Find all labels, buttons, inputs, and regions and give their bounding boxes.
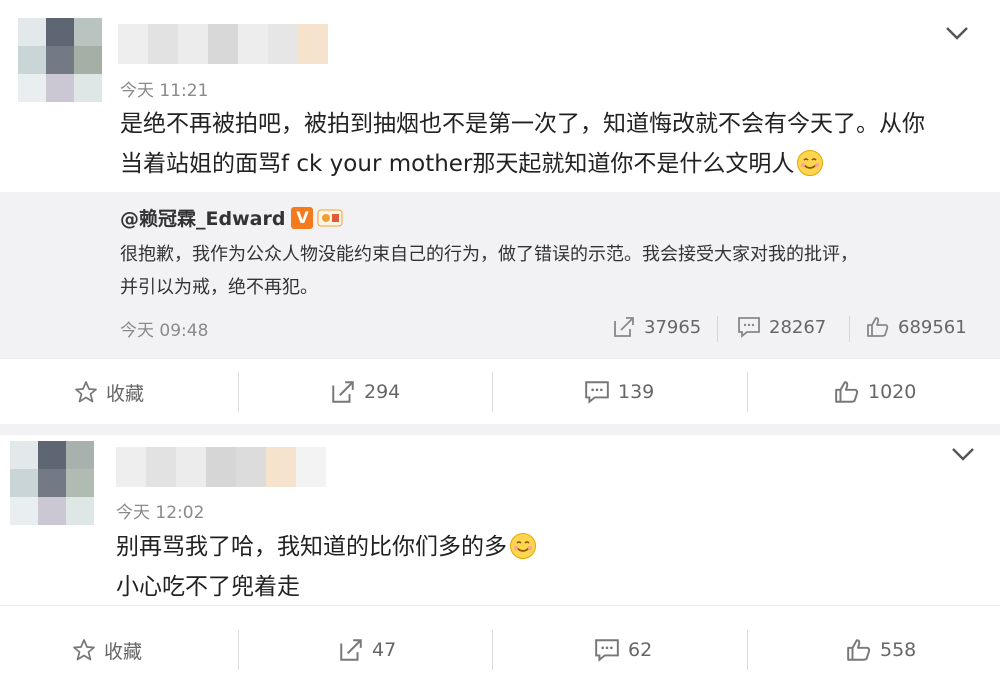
avatar[interactable] (10, 441, 94, 525)
action-bar: 收藏 47 62 558 (0, 618, 1000, 678)
divider (747, 372, 748, 412)
post-card: 今天 11:21 是绝不再被拍吧，被拍到抽烟也不是第一次了，知道悔改就不会有今天… (0, 0, 1000, 435)
favorite-button[interactable]: 收藏 (72, 618, 142, 678)
repost-icon (332, 381, 354, 403)
action-divider (0, 358, 1000, 359)
avatar[interactable] (18, 18, 102, 102)
post-body: 别再骂我了哈，我知道的比你们多的多 小心吃不了兜着走 (116, 527, 537, 607)
repost-icon (614, 317, 634, 337)
star-icon (73, 639, 95, 661)
action-divider (0, 605, 1000, 606)
smile-emoji-icon (797, 150, 824, 176)
username-blurred[interactable] (116, 447, 326, 487)
repost-author[interactable]: @赖冠霖_Edward V (120, 204, 343, 231)
divider (492, 630, 493, 670)
post-time: 今天 12:02 (116, 503, 205, 523)
repost-repost-count[interactable]: 37965 (612, 316, 701, 338)
comment-icon (585, 381, 609, 404)
repost-time: 今天 09:48 (120, 321, 209, 341)
post-body-line: 别再骂我了哈，我知道的比你们多的多 (116, 534, 507, 560)
username-blurred[interactable] (118, 24, 328, 64)
post-body-line: 小心吃不了兜着走 (116, 574, 300, 600)
repost-icon (340, 639, 362, 661)
divider (238, 372, 239, 412)
divider (238, 630, 239, 670)
like-icon (847, 639, 871, 661)
divider (717, 316, 718, 342)
repost-like-count[interactable]: 689561 (866, 316, 967, 338)
repost-text: 很抱歉，我作为公众人物没能约束自己的行为，做了错误的示范。我会接受大家对我的批评… (120, 238, 858, 304)
divider (747, 630, 748, 670)
post-body: 是绝不再被拍吧，被拍到抽烟也不是第一次了，知道悔改就不会有今天了。从你 当着站姐… (120, 104, 925, 184)
post-body-line: 是绝不再被拍吧，被拍到抽烟也不是第一次了，知道悔改就不会有今天了。从你 (120, 111, 925, 137)
chevron-down-icon[interactable] (950, 445, 976, 463)
divider (492, 372, 493, 412)
comment-icon (738, 317, 760, 338)
like-button[interactable]: 1020 (834, 360, 916, 424)
divider (849, 316, 850, 342)
comment-button[interactable]: 139 (584, 360, 654, 424)
repost-card[interactable]: @赖冠霖_Edward V 很抱歉，我作为公众人物没能约束自己的行为，做了错误的… (0, 192, 1000, 358)
like-button[interactable]: 558 (846, 618, 916, 678)
comment-icon (595, 639, 619, 662)
like-icon (867, 317, 889, 337)
action-bar: 收藏 294 139 1020 (0, 360, 1000, 424)
post-card: 今天 12:02 别再骂我了哈，我知道的比你们多的多 小心吃不了兜着走 收藏 4… (0, 435, 1000, 678)
member-badge-icon (317, 209, 343, 226)
favorite-button[interactable]: 收藏 (74, 360, 144, 424)
star-icon (75, 381, 97, 403)
comment-button[interactable]: 62 (594, 618, 652, 678)
repost-text-line: 很抱歉，我作为公众人物没能约束自己的行为，做了错误的示范。我会接受大家对我的批评… (120, 244, 858, 265)
repost-button[interactable]: 294 (330, 360, 400, 424)
verified-badge-icon: V (291, 206, 314, 229)
smile-emoji-icon (510, 533, 536, 559)
chevron-down-icon[interactable] (944, 24, 970, 42)
repost-comment-count[interactable]: 28267 (737, 316, 826, 338)
like-icon (835, 381, 859, 403)
repost-author-name[interactable]: @赖冠霖_Edward (120, 204, 285, 231)
post-body-line: 当着站姐的面骂f ck your mother那天起就知道你不是什么文明人 (120, 151, 795, 177)
repost-text-line: 并引以为戒，绝不再犯。 (120, 277, 318, 298)
post-time: 今天 11:21 (120, 81, 209, 101)
repost-button[interactable]: 47 (338, 618, 396, 678)
